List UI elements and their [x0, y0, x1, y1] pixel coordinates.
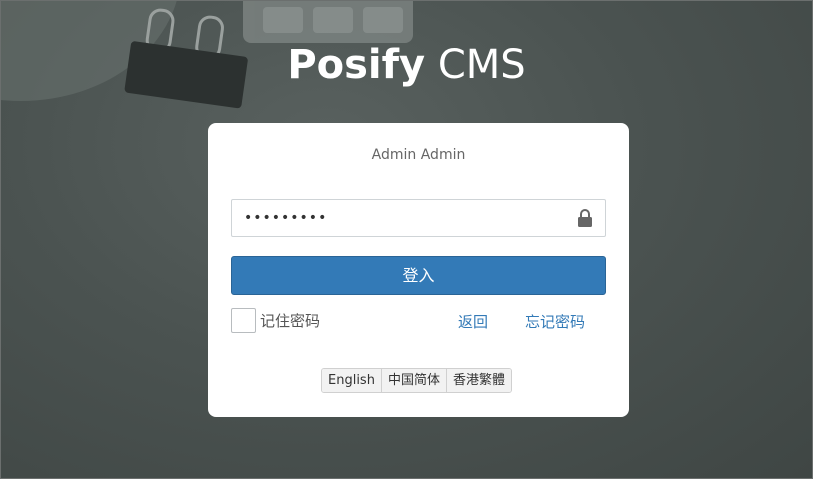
brand-suffix: CMS: [437, 42, 526, 88]
keyboard-image: [243, 1, 413, 43]
lang-english-button[interactable]: English: [322, 369, 382, 392]
language-selector: English 中国简体 香港繁體: [321, 368, 512, 393]
page-title: Posify CMS: [0, 40, 813, 90]
lock-icon: [578, 209, 592, 227]
keyboard-key: [313, 7, 353, 33]
password-field[interactable]: [231, 199, 606, 237]
lang-traditional-chinese-button[interactable]: 香港繁體: [446, 369, 511, 392]
forgot-password-link[interactable]: 忘记密码: [525, 311, 585, 332]
username-label: Admin Admin: [371, 147, 466, 163]
remember-password[interactable]: 记住密码: [231, 307, 321, 333]
keyboard-key: [263, 7, 303, 33]
brand-name: Posify: [287, 42, 426, 88]
login-card: Admin Admin 登入 记住密码 返回 忘记密码 English 中国简体…: [208, 123, 629, 417]
lang-simplified-chinese-button[interactable]: 中国简体: [381, 369, 447, 392]
password-input[interactable]: [232, 200, 572, 236]
remember-checkbox[interactable]: [231, 307, 256, 333]
remember-label: 记住密码: [260, 311, 321, 330]
keyboard-key: [363, 7, 403, 33]
login-button[interactable]: 登入: [231, 256, 606, 295]
back-link[interactable]: 返回: [458, 311, 488, 332]
